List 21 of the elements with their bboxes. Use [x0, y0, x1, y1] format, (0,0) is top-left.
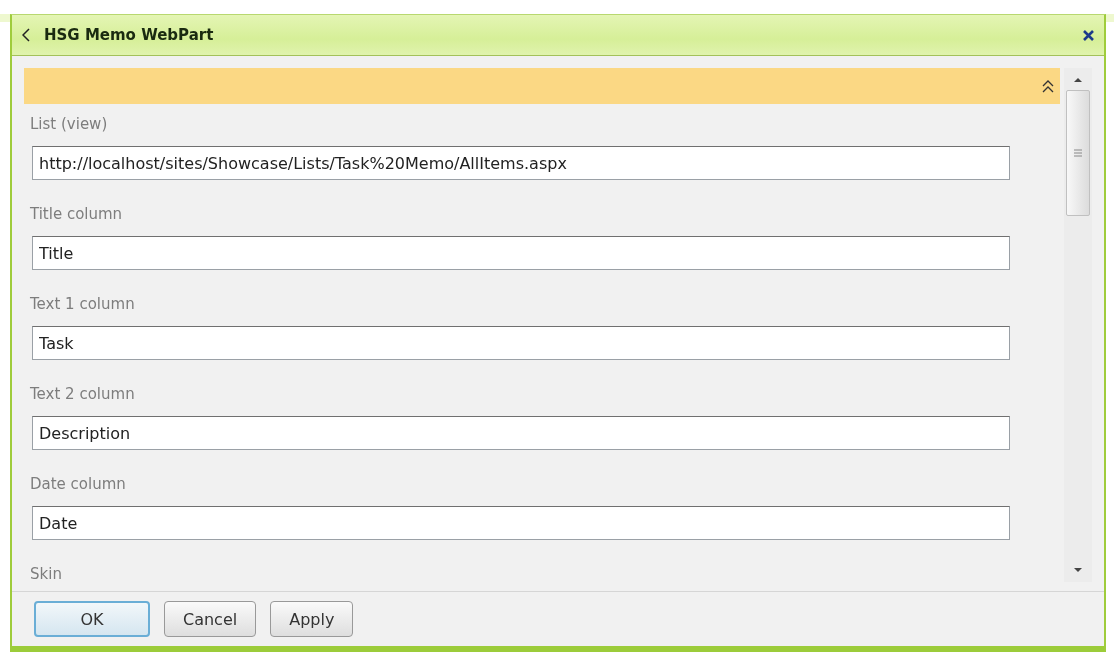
field-label: Text 1 column — [29, 294, 136, 315]
input-field[interactable]: Date — [32, 506, 1010, 540]
window-title: HSG Memo WebPart — [44, 26, 215, 44]
grip-icon — [1074, 149, 1082, 157]
input-field[interactable]: Title — [32, 236, 1010, 270]
input-field[interactable]: Description — [32, 416, 1010, 450]
field-label: List (view) — [29, 114, 109, 135]
apply-button[interactable]: Apply — [270, 601, 354, 637]
field-label: Date column — [29, 474, 127, 495]
cancel-button[interactable]: Cancel — [164, 601, 257, 637]
field-label: Skin — [29, 564, 63, 585]
input-field[interactable]: Task — [32, 326, 1010, 360]
input-field[interactable]: http://localhost/sites/Showcase/Lists/Task%20Memo/AllItems.aspx — [32, 146, 1010, 180]
field-label: Text 2 column — [29, 384, 136, 405]
collapse-icon[interactable] — [22, 28, 30, 42]
scrollbar[interactable] — [1064, 68, 1092, 582]
ok-button[interactable]: OK — [34, 601, 150, 637]
field-label: Title column — [29, 204, 124, 225]
close-icon[interactable] — [1083, 29, 1094, 41]
collapse-icon[interactable] — [1042, 79, 1054, 93]
scroll-thumb[interactable] — [1066, 90, 1090, 216]
